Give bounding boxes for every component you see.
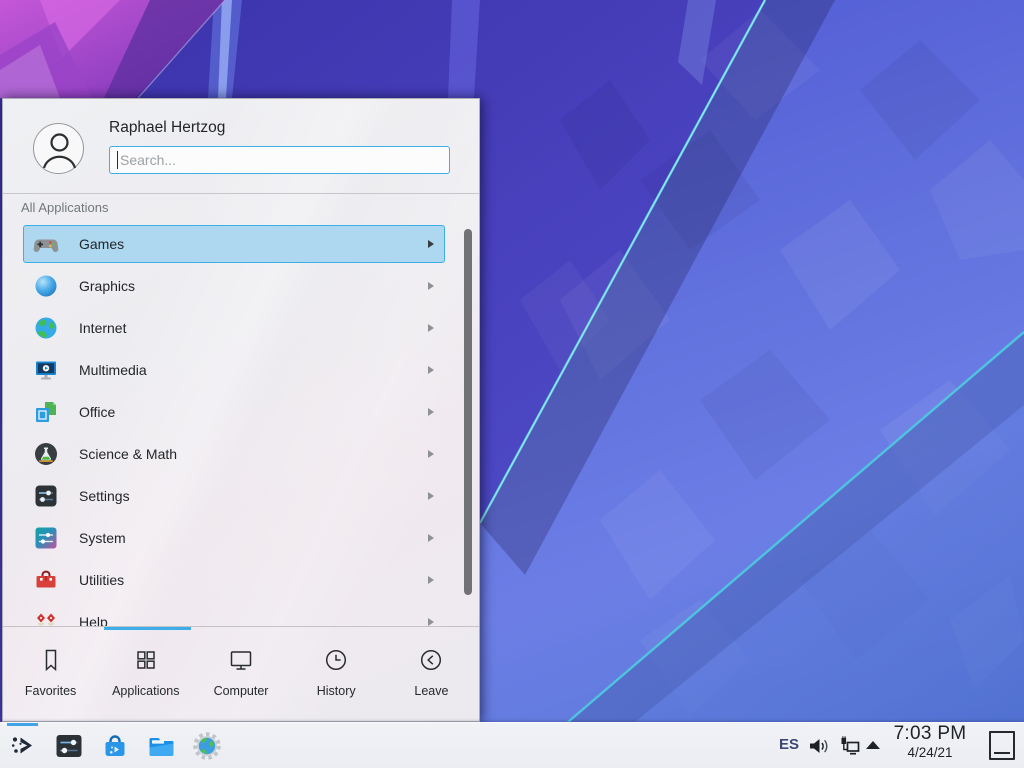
search-input[interactable] [109, 146, 450, 174]
category-utilities[interactable]: Utilities [23, 561, 445, 599]
desktop: Raphael Hertzog All Applications Games [0, 0, 1024, 768]
person-icon [34, 124, 85, 175]
menu-tab-bar: Favorites Applications C [3, 631, 479, 722]
utilities-icon [33, 567, 59, 593]
category-system[interactable]: System [23, 519, 445, 557]
active-tab-indicator [104, 627, 191, 630]
section-label: All Applications [21, 200, 108, 215]
file-manager-icon [145, 730, 177, 762]
submenu-arrow-icon [428, 282, 434, 290]
expand-tray-icon[interactable] [866, 741, 880, 749]
tabbar-separator [3, 626, 479, 627]
file-manager-button[interactable] [145, 730, 177, 762]
tab-favorites[interactable]: Favorites [3, 631, 98, 722]
category-label: Games [79, 236, 124, 252]
category-label: Internet [79, 320, 126, 336]
system-icon [33, 525, 59, 551]
app-launcher-button[interactable] [8, 730, 40, 762]
taskbar-panel: ES [0, 722, 1024, 768]
tab-history[interactable]: History [289, 631, 384, 722]
applications-grid-icon [132, 646, 160, 674]
category-label: System [79, 530, 126, 546]
clock-date: 4/24/21 [890, 745, 970, 761]
category-science-math[interactable]: Science & Math [23, 435, 445, 473]
tab-label: History [317, 684, 356, 698]
category-label: Help [79, 614, 108, 626]
category-label: Settings [79, 488, 130, 504]
internet-icon [33, 315, 59, 341]
list-scrollbar[interactable] [464, 229, 472, 595]
category-label: Office [79, 404, 115, 420]
category-office[interactable]: Office [23, 393, 445, 431]
favorites-bookmark-icon [37, 646, 65, 674]
volume-button[interactable] [807, 734, 831, 758]
network-icon [838, 734, 862, 758]
submenu-arrow-icon [428, 366, 434, 374]
system-settings-button[interactable] [53, 730, 85, 762]
category-graphics[interactable]: Graphics [23, 267, 445, 305]
show-desktop-icon[interactable] [989, 731, 1015, 760]
submenu-arrow-icon [428, 492, 434, 500]
graphics-icon [33, 273, 59, 299]
submenu-arrow-icon [428, 534, 434, 542]
tab-leave[interactable]: Leave [384, 631, 479, 722]
tab-computer[interactable]: Computer [193, 631, 288, 722]
submenu-arrow-icon [428, 450, 434, 458]
user-name: Raphael Hertzog [109, 119, 225, 137]
volume-icon [807, 734, 831, 758]
office-icon [33, 399, 59, 425]
text-caret [117, 151, 118, 169]
category-internet[interactable]: Internet [23, 309, 445, 347]
application-list: Games Graphics [3, 225, 479, 626]
category-multimedia[interactable]: Multimedia [23, 351, 445, 389]
discover-software-icon [99, 730, 131, 762]
category-label: Graphics [79, 278, 135, 294]
discover-software-button[interactable] [99, 730, 131, 762]
menu-header: Raphael Hertzog [3, 99, 479, 194]
active-task-indicator [7, 723, 38, 726]
application-launcher-menu: Raphael Hertzog All Applications Games [2, 98, 480, 722]
clock-time: 7:03 PM [890, 723, 970, 745]
system-settings-icon [53, 730, 85, 762]
category-label: Science & Math [79, 446, 177, 462]
multimedia-icon [33, 357, 59, 383]
user-avatar[interactable] [33, 123, 84, 174]
tab-label: Applications [112, 684, 179, 698]
computer-monitor-icon [227, 646, 255, 674]
games-icon [33, 231, 59, 257]
tab-applications[interactable]: Applications [98, 631, 193, 722]
web-browser-icon [191, 730, 223, 762]
submenu-arrow-icon [428, 576, 434, 584]
tab-label: Favorites [25, 684, 76, 698]
web-browser-button[interactable] [191, 730, 223, 762]
leave-icon [417, 646, 445, 674]
category-help[interactable]: Help [23, 603, 445, 626]
science-math-icon [33, 441, 59, 467]
app-launcher-icon [8, 730, 40, 762]
keyboard-layout-indicator[interactable]: ES [779, 736, 799, 753]
category-games[interactable]: Games [23, 225, 445, 263]
submenu-arrow-icon [428, 408, 434, 416]
network-button[interactable] [838, 734, 862, 758]
digital-clock[interactable]: 7:03 PM 4/24/21 [890, 723, 970, 761]
history-clock-icon [322, 646, 350, 674]
tab-label: Leave [414, 684, 448, 698]
submenu-arrow-icon [428, 240, 434, 248]
category-label: Utilities [79, 572, 124, 588]
submenu-arrow-icon [428, 618, 434, 626]
help-icon [33, 609, 59, 626]
tab-label: Computer [214, 684, 269, 698]
submenu-arrow-icon [428, 324, 434, 332]
category-settings[interactable]: Settings [23, 477, 445, 515]
category-label: Multimedia [79, 362, 147, 378]
settings-icon [33, 483, 59, 509]
